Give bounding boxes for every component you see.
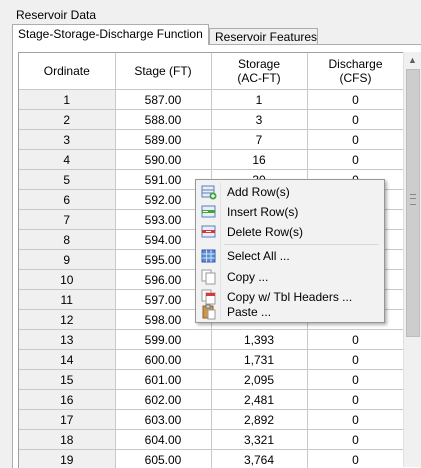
menu-item-select-all[interactable]: Select All ... — [198, 246, 382, 266]
storage-cell[interactable]: 1 — [211, 90, 307, 110]
table-row[interactable]: 14600.001,7310 — [19, 350, 404, 370]
group-title: Reservoir Data — [16, 8, 96, 22]
tab-stage-storage-discharge[interactable]: Stage-Storage-Discharge Function — [12, 24, 209, 45]
stage-cell[interactable]: 601.00 — [115, 370, 211, 390]
select-all-icon — [201, 248, 217, 264]
ordinate-cell: 9 — [19, 250, 115, 270]
add-row-icon — [201, 184, 217, 200]
column-header-storage[interactable]: Storage (AC-FT) — [211, 53, 307, 90]
table-row[interactable]: 2588.0030 — [19, 110, 404, 130]
ordinate-cell: 6 — [19, 190, 115, 210]
ordinate-cell: 13 — [19, 330, 115, 350]
table-row[interactable]: 18604.003,3210 — [19, 430, 404, 450]
menu-item-add-rows[interactable]: Add Row(s) — [198, 182, 382, 202]
ordinate-cell: 2 — [19, 110, 115, 130]
menu-item-label: Copy ... — [227, 267, 268, 287]
vertical-scrollbar[interactable]: ▲ — [403, 52, 421, 467]
ordinate-cell: 18 — [19, 430, 115, 450]
table-row[interactable]: 19605.003,7640 — [19, 450, 404, 468]
ordinate-cell: 1 — [19, 90, 115, 110]
table-row[interactable]: 16602.002,4810 — [19, 390, 404, 410]
discharge-cell[interactable]: 0 — [307, 390, 404, 410]
menu-item-label: Insert Row(s) — [227, 202, 298, 222]
ordinate-cell: 3 — [19, 130, 115, 150]
ordinate-cell: 7 — [19, 210, 115, 230]
stage-cell[interactable]: 605.00 — [115, 450, 211, 468]
menu-item-label: Paste ... — [227, 302, 271, 322]
discharge-cell[interactable]: 0 — [307, 410, 404, 430]
ordinate-cell: 19 — [19, 450, 115, 468]
ordinate-cell: 12 — [19, 310, 115, 330]
insert-row-icon — [201, 204, 217, 220]
stage-cell[interactable]: 587.00 — [115, 90, 211, 110]
scroll-thumb[interactable] — [406, 69, 420, 337]
stage-cell[interactable]: 590.00 — [115, 150, 211, 170]
storage-cell[interactable]: 7 — [211, 130, 307, 150]
column-header-label: Discharge (CFS) — [328, 57, 382, 85]
ordinate-cell: 4 — [19, 150, 115, 170]
stage-cell[interactable]: 600.00 — [115, 350, 211, 370]
discharge-cell[interactable]: 0 — [307, 150, 404, 170]
discharge-cell[interactable]: 0 — [307, 90, 404, 110]
column-header-ordinate[interactable]: Ordinate — [19, 53, 115, 90]
column-header-stage[interactable]: Stage (FT) — [115, 53, 211, 90]
storage-cell[interactable]: 3 — [211, 110, 307, 130]
storage-cell[interactable]: 1,731 — [211, 350, 307, 370]
discharge-cell[interactable]: 0 — [307, 330, 404, 350]
table-row[interactable]: 4590.00160 — [19, 150, 404, 170]
table-row[interactable]: 17603.002,8920 — [19, 410, 404, 430]
column-header-label: Ordinate — [44, 64, 90, 78]
table-row[interactable]: 3589.0070 — [19, 130, 404, 150]
context-menu: Add Row(s) Insert Row(s) Delete Row(s) S… — [195, 179, 385, 323]
copy-icon — [201, 269, 217, 285]
ordinate-cell: 11 — [19, 290, 115, 310]
discharge-cell[interactable]: 0 — [307, 350, 404, 370]
stage-cell[interactable]: 599.00 — [115, 330, 211, 350]
discharge-cell[interactable]: 0 — [307, 450, 404, 468]
stage-cell[interactable]: 602.00 — [115, 390, 211, 410]
stage-cell[interactable]: 604.00 — [115, 430, 211, 450]
storage-cell[interactable]: 16 — [211, 150, 307, 170]
ordinate-cell: 14 — [19, 350, 115, 370]
discharge-cell[interactable]: 0 — [307, 130, 404, 150]
column-header-label: Storage (AC-FT) — [237, 57, 280, 85]
storage-cell[interactable]: 2,892 — [211, 410, 307, 430]
menu-item-label: Select All ... — [227, 246, 290, 266]
tab-reservoir-features[interactable]: Reservoir Features — [209, 28, 318, 45]
discharge-cell[interactable]: 0 — [307, 430, 404, 450]
discharge-cell[interactable]: 0 — [307, 110, 404, 130]
paste-icon — [201, 304, 217, 320]
menu-item-label: Add Row(s) — [227, 182, 290, 202]
storage-cell[interactable]: 3,764 — [211, 450, 307, 468]
storage-cell[interactable]: 2,095 — [211, 370, 307, 390]
stage-cell[interactable]: 603.00 — [115, 410, 211, 430]
scroll-up-arrow-icon[interactable]: ▲ — [404, 52, 421, 69]
table-row[interactable]: 13599.001,3930 — [19, 330, 404, 350]
menu-item-paste[interactable]: Paste ... — [198, 302, 382, 322]
table-row[interactable]: 1587.0010 — [19, 90, 404, 110]
stage-cell[interactable]: 588.00 — [115, 110, 211, 130]
menu-item-delete-rows[interactable]: Delete Row(s) — [198, 222, 382, 242]
ordinate-cell: 5 — [19, 170, 115, 190]
stage-cell[interactable]: 589.00 — [115, 130, 211, 150]
column-header-label: Stage (FT) — [134, 64, 191, 78]
ordinate-cell: 15 — [19, 370, 115, 390]
menu-item-insert-rows[interactable]: Insert Row(s) — [198, 202, 382, 222]
scroll-grip-icon — [410, 194, 416, 205]
table-row[interactable]: 15601.002,0950 — [19, 370, 404, 390]
menu-item-label: Delete Row(s) — [227, 222, 303, 242]
menu-separator — [224, 244, 379, 245]
ordinate-cell: 10 — [19, 270, 115, 290]
table-header-row: Ordinate Stage (FT) Storage (AC-FT) Disc… — [19, 53, 404, 90]
ordinate-cell: 16 — [19, 390, 115, 410]
storage-cell[interactable]: 2,481 — [211, 390, 307, 410]
menu-item-copy[interactable]: Copy ... — [198, 267, 382, 287]
discharge-cell[interactable]: 0 — [307, 370, 404, 390]
ordinate-cell: 8 — [19, 230, 115, 250]
storage-cell[interactable]: 3,321 — [211, 430, 307, 450]
storage-cell[interactable]: 1,393 — [211, 330, 307, 350]
delete-row-icon — [201, 224, 217, 240]
ordinate-cell: 17 — [19, 410, 115, 430]
column-header-discharge[interactable]: Discharge (CFS) — [307, 53, 404, 90]
